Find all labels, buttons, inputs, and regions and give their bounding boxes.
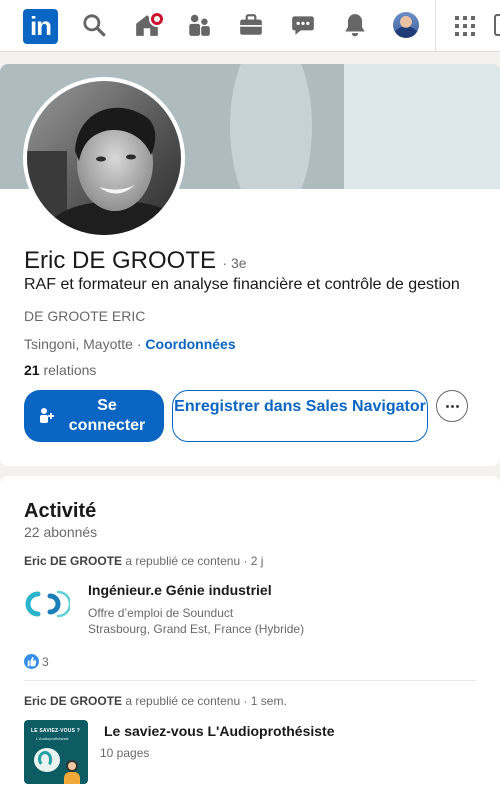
connect-button-label: Se connecter	[68, 397, 146, 434]
profile-name: Eric DE GROOTE	[24, 247, 217, 274]
apps-grid-icon[interactable]	[455, 16, 475, 36]
relations-number: 21	[24, 362, 40, 378]
notification-badge	[149, 11, 165, 27]
person-illustration	[64, 760, 80, 784]
location-separator: ·	[132, 336, 146, 352]
profile-photo[interactable]	[23, 77, 185, 239]
more-actions-button[interactable]	[436, 390, 468, 422]
top-navigation-bar: in	[0, 0, 500, 52]
like-count: 3	[42, 655, 49, 669]
like-icon	[24, 654, 39, 669]
document-thumbnail[interactable]: LE SAVIEZ-VOUS ? L'Audioprothésiste	[24, 720, 88, 784]
relations-label: relations	[39, 362, 97, 378]
search-icon[interactable]	[81, 12, 107, 38]
job-post-title[interactable]: Ingénieur.e Génie industriel	[88, 582, 272, 598]
nav-divider	[435, 0, 436, 52]
repost-author[interactable]: Eric DE GROOTE	[24, 554, 122, 568]
repost-action: a republié ce contenu · 2 j	[122, 554, 264, 568]
contact-info-link[interactable]: Coordonnées	[145, 336, 235, 352]
thumbnail-title: LE SAVIEZ-VOUS ?	[31, 728, 80, 734]
repost-header: Eric DE GROOTE a republié ce contenu · 1…	[24, 694, 287, 708]
profile-headline: RAF et formateur en analyse financière e…	[24, 276, 460, 293]
repost-author[interactable]: Eric DE GROOTE	[24, 694, 122, 708]
premium-icon[interactable]	[494, 14, 500, 36]
linkedin-logo[interactable]: in	[23, 9, 58, 44]
repost-header: Eric DE GROOTE a republié ce contenu · 2…	[24, 554, 263, 568]
activity-title: Activité	[24, 500, 97, 522]
save-to-sales-navigator-button[interactable]: Enregistrer dans Sales Navigator	[172, 390, 428, 442]
jobs-icon[interactable]	[238, 12, 264, 38]
document-page-count: 10 pages	[100, 746, 150, 760]
job-post-company: Offre d’emploi de Sounduct	[88, 606, 234, 620]
location-text: Tsingoni, Mayotte	[24, 336, 133, 352]
document-post-title[interactable]: Le saviez-vous L'Audioprothésiste	[104, 723, 335, 739]
network-icon[interactable]	[186, 12, 212, 38]
repost-action: a republié ce contenu · 1 sem.	[122, 694, 287, 708]
thumbnail-subtitle: L'Audioprothésiste	[36, 736, 69, 741]
messaging-icon[interactable]	[290, 12, 316, 38]
me-avatar[interactable]	[393, 12, 419, 38]
activity-card: Activité 22 abonnés Eric DE GROOTE a rep…	[0, 476, 500, 800]
location-row: Tsingoni, Mayotte · Coordonnées	[24, 336, 236, 352]
profile-card: Eric DE GROOTE · 3e RAF et formateur en …	[0, 64, 500, 466]
ear-icon	[38, 751, 52, 767]
sounduct-logo[interactable]	[24, 586, 72, 622]
current-company[interactable]: DE GROOTE ERIC	[24, 308, 145, 324]
followers-count: 22 abonnés	[24, 524, 98, 540]
connection-degree: · 3e	[222, 255, 247, 271]
notifications-icon[interactable]	[342, 12, 368, 38]
add-person-icon	[39, 407, 55, 423]
connect-button[interactable]: Se connecter	[24, 390, 164, 442]
post-divider	[24, 680, 476, 681]
relations-count[interactable]: 21 relations	[24, 362, 96, 378]
profile-name-row: Eric DE GROOTE · 3e	[24, 247, 247, 275]
job-post-location: Strasbourg, Grand Est, France (Hybride)	[88, 622, 305, 636]
